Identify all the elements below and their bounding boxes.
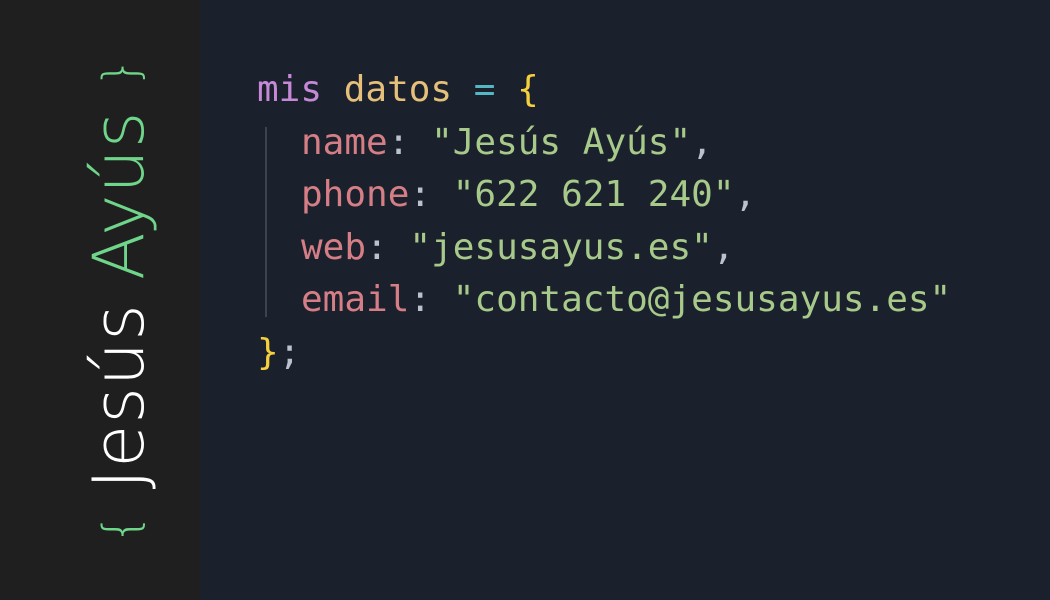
code-block: mis datos = { name: "Jesús Ayús", phone:… <box>257 64 951 379</box>
code-operator: = <box>473 69 496 110</box>
code-close-brace: } <box>257 331 279 373</box>
code-fields: name: "Jesús Ayús", phone: "622 621 240"… <box>257 117 951 327</box>
indent-guide <box>265 126 267 317</box>
field-key-web: web <box>301 226 367 268</box>
field-value-email: "contacto@jesusayus.es" <box>452 279 952 320</box>
code-field-row: name: "Jesús Ayús", <box>301 121 713 163</box>
logo-first-name: Jesús <box>78 303 160 490</box>
field-key-name: name <box>301 121 388 163</box>
logo-open-brace: { <box>93 512 149 545</box>
logo-close-brace: } <box>93 55 149 88</box>
logo-last-name: Ayús <box>78 110 160 281</box>
field-trail: , <box>691 121 713 163</box>
field-value-web: "jesusayus.es" <box>409 226 713 268</box>
logo: { Jesús Ayús } <box>78 55 160 545</box>
code-line-closing: }; <box>257 327 951 380</box>
field-value-phone: "622 621 240" <box>452 174 735 215</box>
code-line-declaration: mis datos = { <box>257 64 951 117</box>
code-field-row: email: "contacto@jesusayus.es" <box>301 279 952 320</box>
code-open-brace: { <box>517 69 539 110</box>
logo-sidebar: { Jesús Ayús } <box>0 0 200 600</box>
code-keyword: mis <box>257 69 323 110</box>
code-variable: datos <box>343 69 453 110</box>
field-trail: , <box>712 226 735 268</box>
code-terminator: ; <box>278 331 301 373</box>
field-value-name: "Jesús Ayús" <box>431 121 692 163</box>
field-key-email: email <box>301 279 410 320</box>
field-trail: , <box>734 174 757 215</box>
code-field-row: phone: "622 621 240", <box>301 174 757 215</box>
code-field-row: web: "jesusayus.es", <box>301 226 735 268</box>
field-key-phone: phone <box>301 174 410 215</box>
business-card: { Jesús Ayús } mis datos = { name: "Jesú… <box>0 0 1050 600</box>
